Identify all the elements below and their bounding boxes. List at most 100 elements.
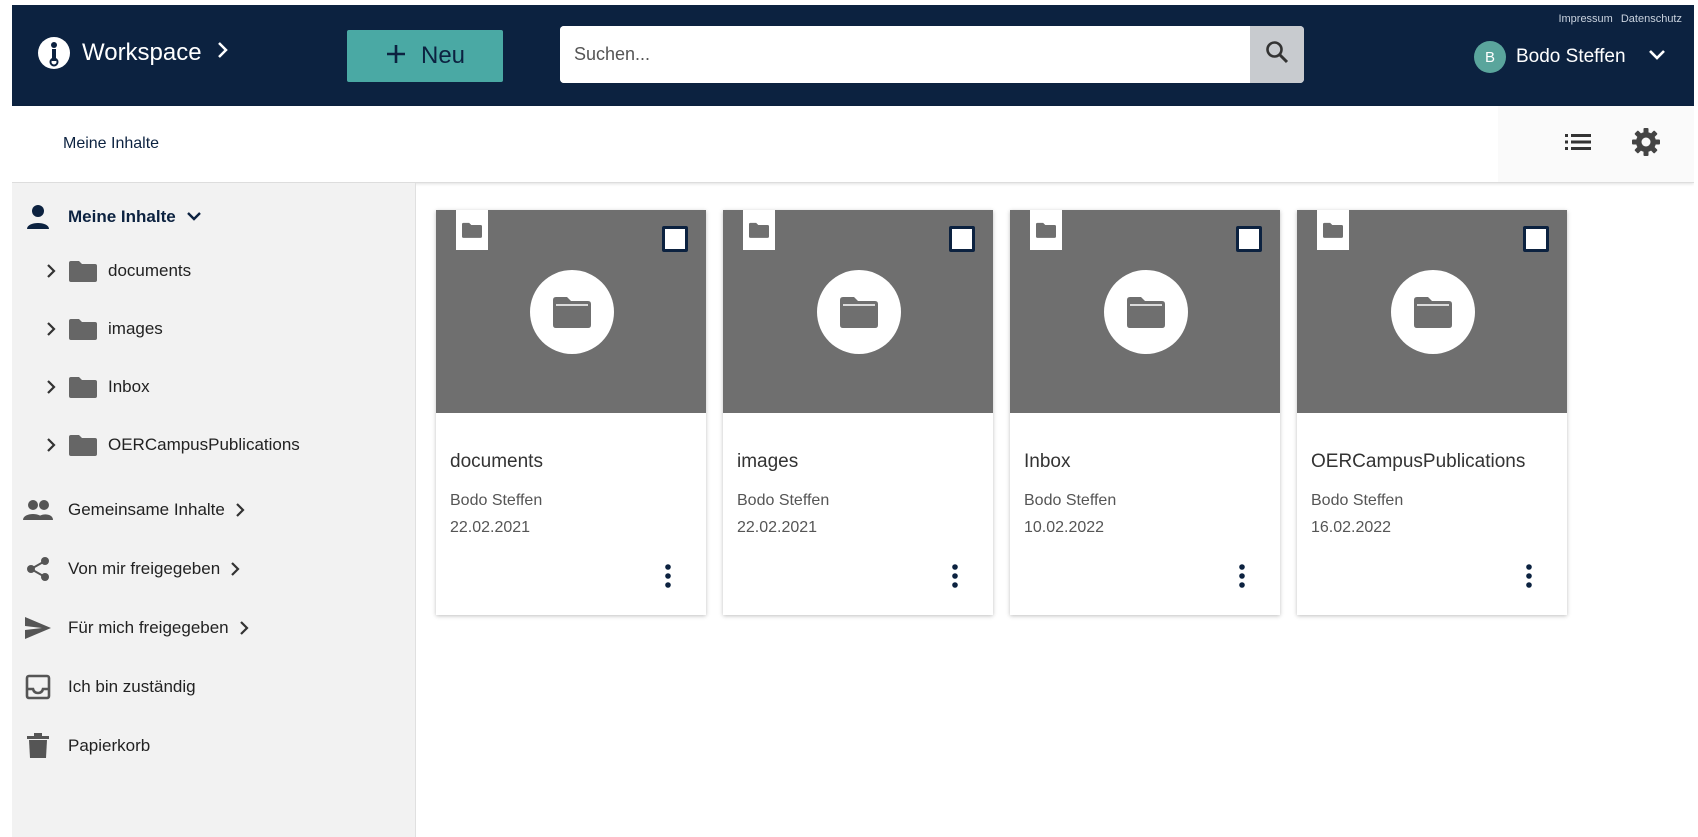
chevron-right-icon (239, 620, 249, 636)
workspace-title: Workspace (82, 39, 202, 66)
tree-item-label: OERCampusPublications (108, 435, 300, 454)
sidebar-item-my-content[interactable]: Meine Inhalte (22, 201, 202, 233)
view-tools (1498, 106, 1694, 182)
chevron-right-icon (216, 40, 230, 66)
search-icon (1264, 39, 1290, 70)
sidebar-item-label: Papierkorb (68, 736, 151, 755)
datenschutz-link[interactable]: Datenschutz (1621, 13, 1682, 25)
sidebar-item-label: Gemeinsame Inhalte (68, 500, 225, 519)
tree-item-images[interactable]: images (42, 316, 163, 342)
folder-icon (1104, 270, 1188, 354)
legal-links: Impressum Datenschutz (1558, 13, 1682, 25)
trash-icon (22, 730, 54, 762)
chevron-right-icon[interactable] (42, 437, 60, 453)
search-button[interactable] (1250, 26, 1304, 83)
settings-button[interactable] (1630, 127, 1662, 162)
more-vertical-icon[interactable] (658, 562, 678, 590)
workspace-brand[interactable]: Workspace (38, 37, 230, 69)
chevron-right-icon (230, 561, 240, 577)
plus-icon (385, 41, 407, 71)
card-title: OERCampusPublications (1311, 451, 1526, 472)
folder-type-icon (743, 210, 775, 250)
tree-item-oercampuspublications[interactable]: OERCampusPublications (42, 432, 300, 458)
folder-icon (68, 374, 98, 400)
select-checkbox[interactable] (1236, 226, 1262, 252)
card-title: images (737, 451, 799, 472)
sidebar-item-label: Ich bin zuständig (68, 677, 196, 696)
gear-icon (1631, 127, 1661, 162)
chevron-down-icon (1648, 48, 1666, 66)
folder-card[interactable]: Inbox Bodo Steffen 10.02.2022 (1010, 210, 1280, 615)
select-checkbox[interactable] (1523, 226, 1549, 252)
card-thumbnail (723, 210, 993, 413)
group-icon (22, 494, 54, 526)
tree-item-label: images (108, 319, 163, 338)
sidebar-item-label: Für mich freigegeben (68, 618, 229, 637)
sidebar-item-trash[interactable]: Papierkorb (22, 730, 150, 762)
sidebar-item-label: Meine Inhalte (68, 207, 176, 226)
inbox-icon (22, 671, 54, 703)
sidebar-item-responsible[interactable]: Ich bin zuständig (22, 671, 196, 703)
chevron-right-icon (235, 502, 245, 518)
person-icon (22, 201, 54, 233)
chevron-right-icon[interactable] (42, 263, 60, 279)
card-owner: Bodo Steffen (737, 492, 830, 509)
card-date: 22.02.2021 (737, 519, 818, 536)
chevron-down-icon (186, 211, 202, 223)
tree-item-label: Inbox (108, 377, 150, 396)
chevron-right-icon[interactable] (42, 379, 60, 395)
search-input[interactable] (560, 26, 1250, 83)
sidebar: Meine Inhalte documents images Inbox OER… (12, 183, 416, 837)
top-bar: Impressum Datenschutz Workspace Neu Such… (12, 5, 1694, 106)
sub-header: Meine Inhalte (12, 106, 1694, 183)
card-thumbnail (1010, 210, 1280, 413)
user-menu[interactable]: B Bodo Steffen (1474, 41, 1666, 73)
new-button[interactable]: Neu (347, 30, 503, 82)
search-bar (560, 26, 1304, 83)
user-name: Bodo Steffen (1516, 46, 1626, 67)
breadcrumb[interactable]: Meine Inhalte (63, 135, 159, 153)
send-icon (22, 612, 54, 644)
card-thumbnail (436, 210, 706, 413)
folder-icon (68, 258, 98, 284)
app-frame: Impressum Datenschutz Workspace Neu Such… (12, 5, 1694, 837)
impressum-link[interactable]: Impressum (1558, 13, 1612, 25)
card-date: 16.02.2022 (1311, 519, 1392, 536)
folder-icon (817, 270, 901, 354)
more-vertical-icon[interactable] (945, 562, 965, 590)
folder-icon (68, 316, 98, 342)
sidebar-item-shared-content[interactable]: Gemeinsame Inhalte (22, 494, 245, 526)
card-title: Inbox (1024, 451, 1071, 472)
tree-item-documents[interactable]: documents (42, 258, 191, 284)
folder-card[interactable]: documents Bodo Steffen 22.02.2021 (436, 210, 706, 615)
list-view-icon (1565, 132, 1591, 157)
folder-card[interactable]: OERCampusPublications Bodo Steffen 16.02… (1297, 210, 1567, 615)
card-date: 10.02.2022 (1024, 519, 1105, 536)
card-thumbnail (1297, 210, 1567, 413)
select-checkbox[interactable] (662, 226, 688, 252)
card-date: 22.02.2021 (450, 519, 531, 536)
tree-item-label: documents (108, 261, 192, 280)
card-title: documents (450, 451, 543, 472)
folder-icon (68, 432, 98, 458)
chevron-right-icon[interactable] (42, 321, 60, 337)
list-view-button[interactable] (1562, 128, 1594, 160)
folder-type-icon (456, 210, 488, 250)
folder-icon (1391, 270, 1475, 354)
folder-type-icon (1030, 210, 1062, 250)
more-vertical-icon[interactable] (1232, 562, 1252, 590)
select-checkbox[interactable] (949, 226, 975, 252)
folder-card[interactable]: images Bodo Steffen 22.02.2021 (723, 210, 993, 615)
folder-type-icon (1317, 210, 1349, 250)
tree-item-inbox[interactable]: Inbox (42, 374, 150, 400)
sidebar-item-shared-with-me[interactable]: Für mich freigegeben (22, 612, 249, 644)
avatar: B (1474, 41, 1506, 73)
info-logo-icon (38, 37, 70, 69)
sidebar-item-label: Von mir freigegeben (68, 559, 221, 578)
new-button-label: Neu (420, 42, 466, 69)
sidebar-item-shared-by-me[interactable]: Von mir freigegeben (22, 553, 240, 585)
folder-icon (530, 270, 614, 354)
card-owner: Bodo Steffen (1024, 492, 1117, 509)
card-owner: Bodo Steffen (450, 492, 543, 509)
more-vertical-icon[interactable] (1519, 562, 1539, 590)
